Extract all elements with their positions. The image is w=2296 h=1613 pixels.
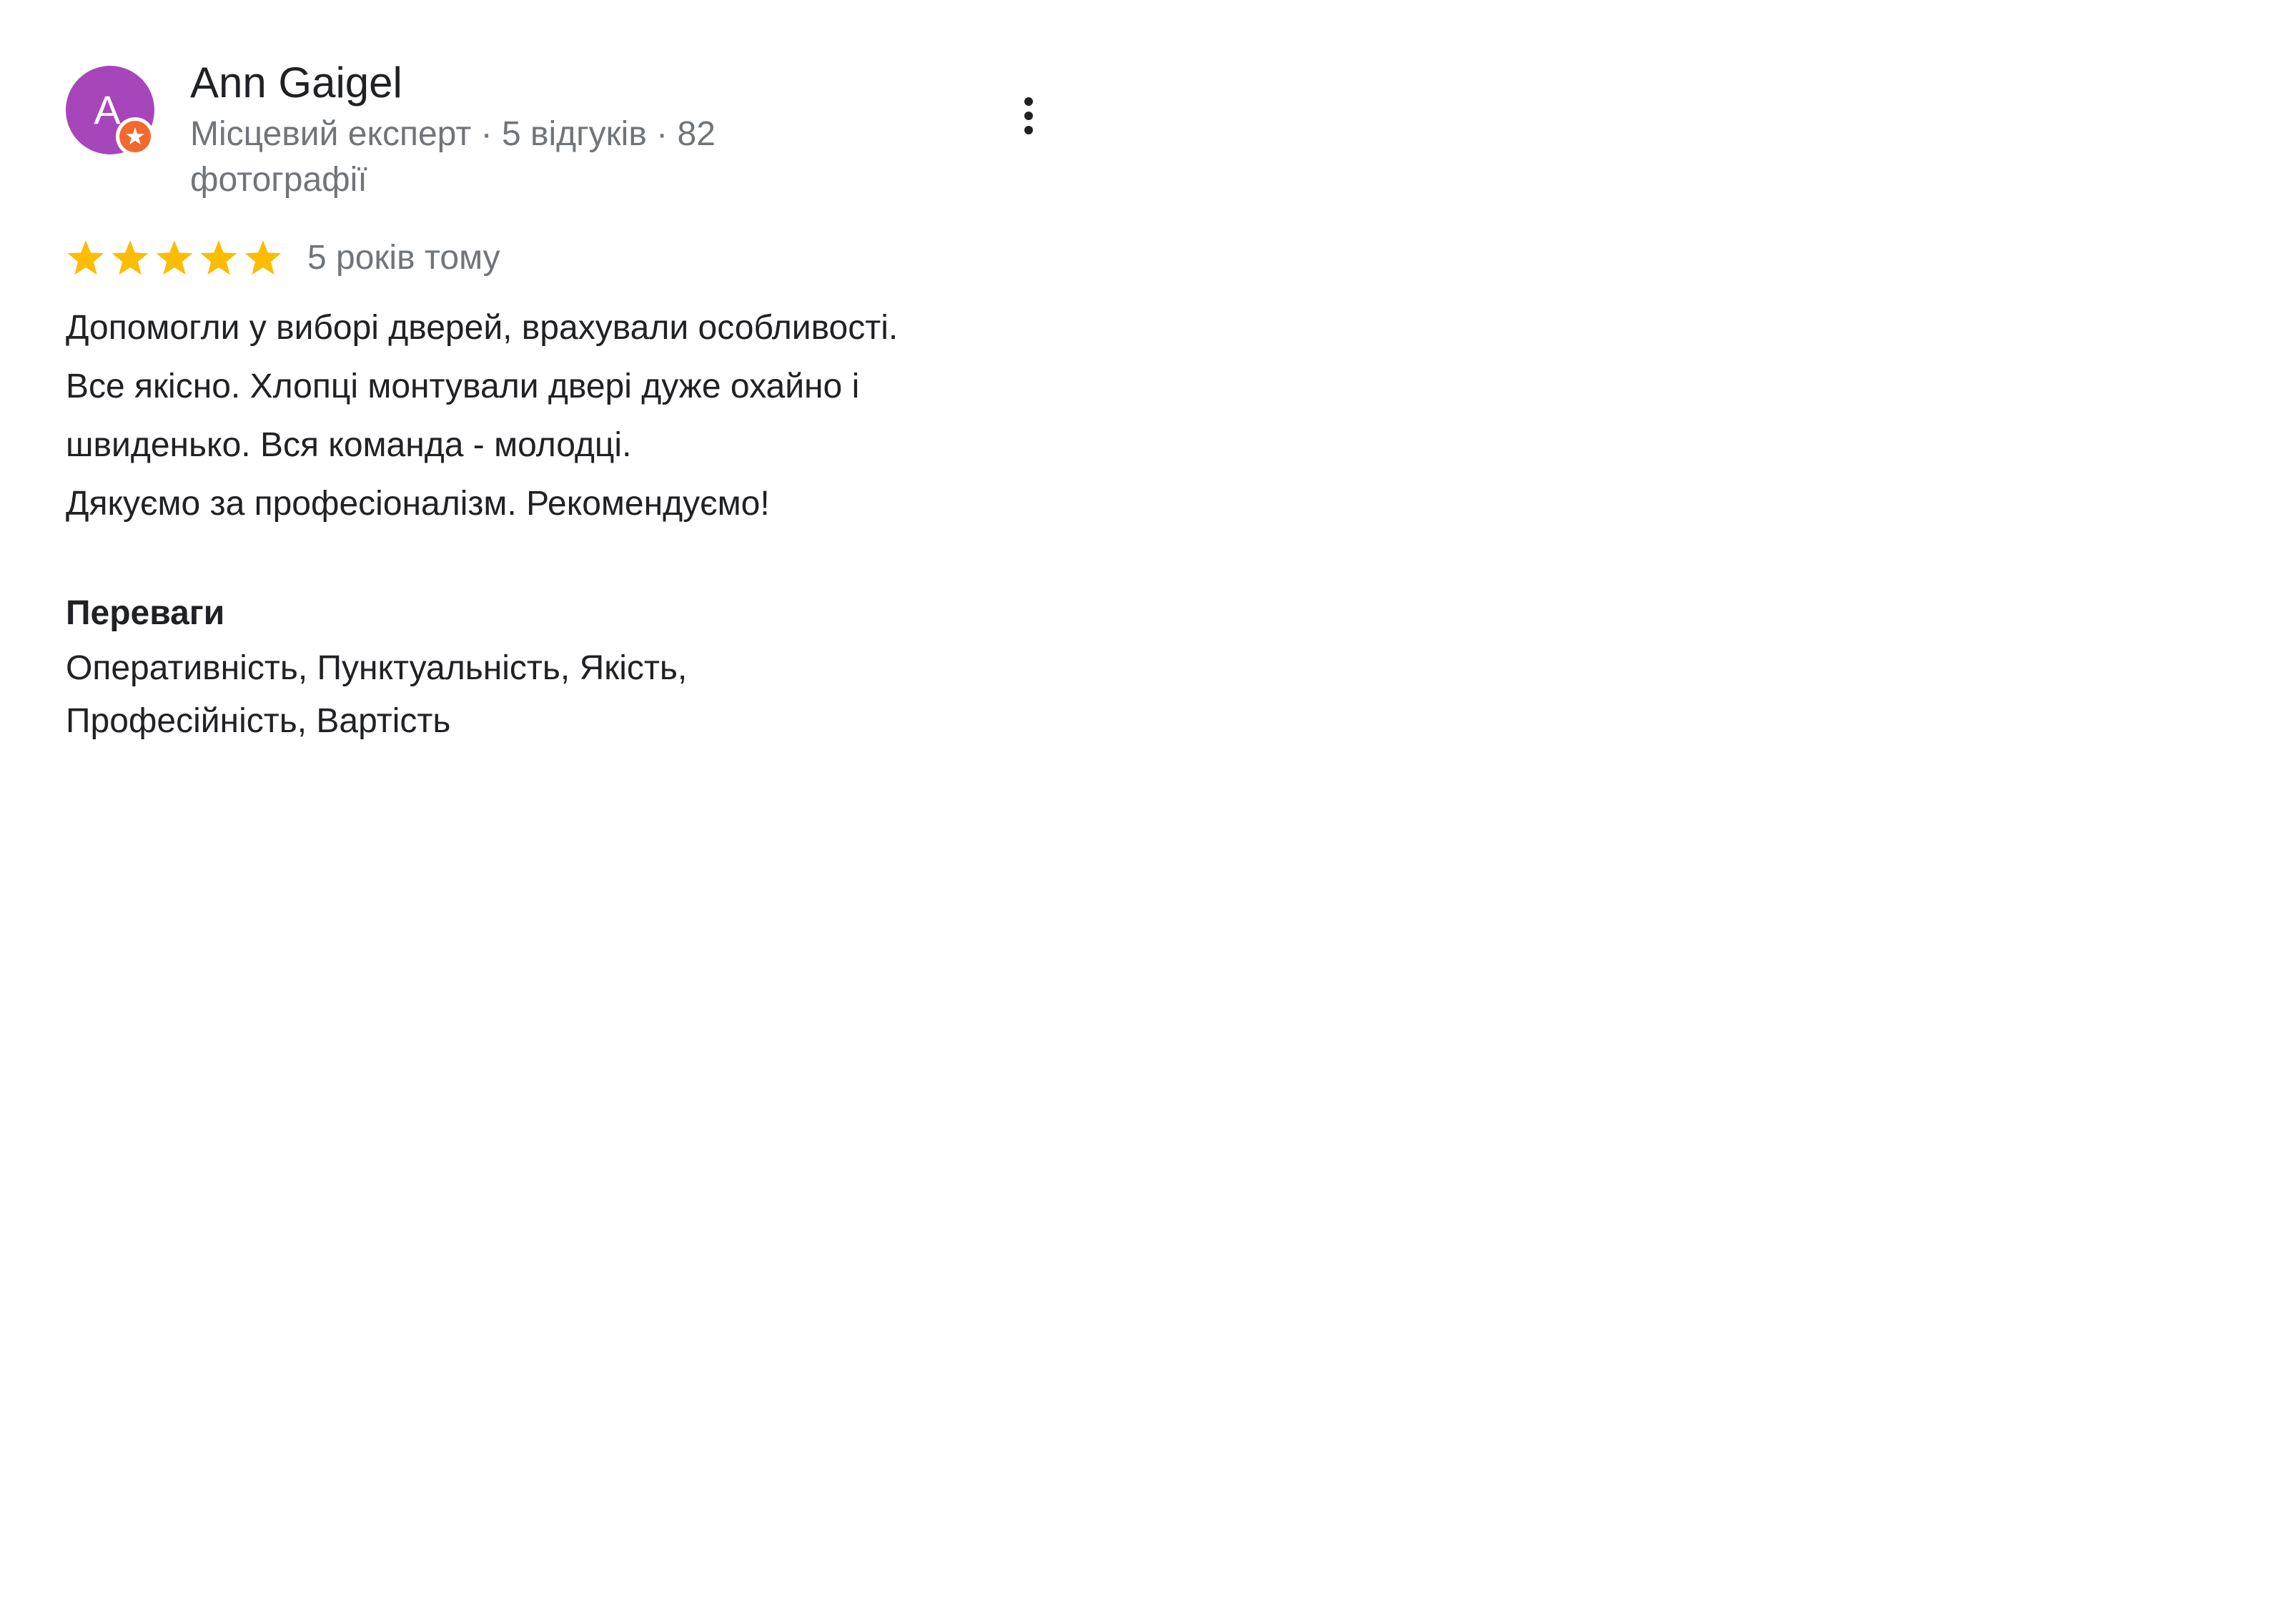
pros-value: Оперативність, Пунктуальність, Якість, П… (66, 649, 688, 740)
review-text-line: Все якісно. Хлопці монтували двері дуже … (66, 368, 860, 405)
review-date: 5 років тому (307, 239, 500, 277)
local-guide-badge-icon (116, 117, 154, 156)
reviewer-name[interactable]: Ann Gaigel (190, 57, 402, 109)
reviewer-meta: Місцевий експерт · 5 відгуків · 82 фотог… (190, 115, 716, 199)
pros-heading: Переваги (66, 594, 225, 632)
star-icon (200, 240, 237, 275)
star-icon (112, 240, 149, 275)
more-options-icon[interactable] (1012, 93, 1045, 139)
review-text-line: Дякуємо за професіоналізм. Рекомендуємо! (66, 485, 770, 523)
review-text-line: швиденько. Вся команда - молодці. (66, 426, 632, 464)
star-icon (244, 240, 282, 275)
rating-row: 5 років тому (66, 236, 500, 280)
star-icon (156, 240, 193, 275)
review-text-line: Допомогли у виборі дверей, врахували осо… (66, 309, 899, 347)
star-icon (67, 240, 104, 275)
review-text: Допомогли у виборі дверей, врахували осо… (66, 299, 1081, 533)
